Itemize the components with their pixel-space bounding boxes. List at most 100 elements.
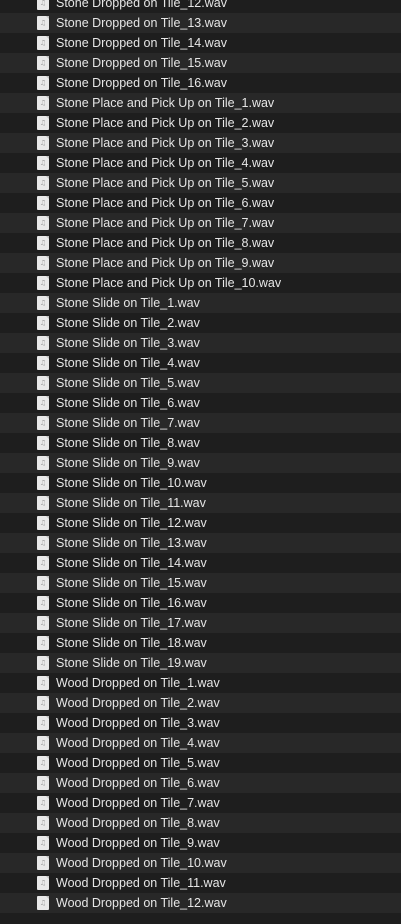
file-row[interactable]: ♫ Stone Place and Pick Up on Tile_3.wav xyxy=(0,133,401,153)
audio-file-icon: ♫ xyxy=(37,576,49,590)
file-row[interactable]: ♫ Stone Dropped on Tile_16.wav xyxy=(0,73,401,93)
file-row[interactable]: ♫ Stone Slide on Tile_10.wav xyxy=(0,473,401,493)
file-row[interactable]: ♫ Stone Slide on Tile_7.wav xyxy=(0,413,401,433)
file-name: Wood Dropped on Tile_3.wav xyxy=(56,716,220,730)
audio-file-icon: ♫ xyxy=(37,476,49,490)
file-row[interactable]: ♫ Wood Dropped on Tile_8.wav xyxy=(0,813,401,833)
file-row[interactable]: ♫ Stone Dropped on Tile_12.wav xyxy=(0,0,401,13)
file-row[interactable]: ♫ Stone Slide on Tile_18.wav xyxy=(0,633,401,653)
audio-file-icon: ♫ xyxy=(37,436,49,450)
file-row[interactable]: ♫ Stone Slide on Tile_14.wav xyxy=(0,553,401,573)
audio-file-icon: ♫ xyxy=(37,396,49,410)
music-note-icon: ♫ xyxy=(39,598,47,607)
file-name: Stone Slide on Tile_1.wav xyxy=(56,296,200,310)
file-row[interactable]: ♫ Stone Dropped on Tile_13.wav xyxy=(0,13,401,33)
file-row[interactable]: ♫ Stone Slide on Tile_4.wav xyxy=(0,353,401,373)
file-row[interactable]: ♫ Stone Slide on Tile_17.wav xyxy=(0,613,401,633)
music-note-icon: ♫ xyxy=(39,138,47,147)
file-row[interactable]: ♫ Stone Slide on Tile_2.wav xyxy=(0,313,401,333)
file-row[interactable]: ♫ Stone Slide on Tile_15.wav xyxy=(0,573,401,593)
audio-file-icon: ♫ xyxy=(37,216,49,230)
file-name: Stone Place and Pick Up on Tile_2.wav xyxy=(56,116,275,130)
file-name: Stone Slide on Tile_16.wav xyxy=(56,596,207,610)
audio-file-icon: ♫ xyxy=(37,896,49,910)
file-name: Wood Dropped on Tile_8.wav xyxy=(56,816,220,830)
music-note-icon: ♫ xyxy=(39,778,47,787)
audio-file-icon: ♫ xyxy=(37,776,49,790)
file-row[interactable]: ♫ Wood Dropped on Tile_10.wav xyxy=(0,853,401,873)
file-name: Stone Slide on Tile_18.wav xyxy=(56,636,207,650)
file-name: Stone Slide on Tile_15.wav xyxy=(56,576,207,590)
music-note-icon: ♫ xyxy=(39,158,47,167)
audio-file-icon: ♫ xyxy=(37,456,49,470)
file-row[interactable]: ♫ Wood Dropped on Tile_12.wav xyxy=(0,893,401,913)
file-row[interactable]: ♫ Stone Slide on Tile_8.wav xyxy=(0,433,401,453)
audio-file-icon: ♫ xyxy=(37,736,49,750)
file-row[interactable]: ♫ Wood Dropped on Tile_7.wav xyxy=(0,793,401,813)
music-note-icon: ♫ xyxy=(39,458,47,467)
music-note-icon: ♫ xyxy=(39,38,47,47)
file-row[interactable]: ♫ Stone Place and Pick Up on Tile_6.wav xyxy=(0,193,401,213)
file-row[interactable]: ♫ Wood Dropped on Tile_3.wav xyxy=(0,713,401,733)
file-row[interactable]: ♫ Stone Slide on Tile_3.wav xyxy=(0,333,401,353)
file-row[interactable]: ♫ Stone Slide on Tile_13.wav xyxy=(0,533,401,553)
audio-file-icon: ♫ xyxy=(37,76,49,90)
file-name: Stone Dropped on Tile_14.wav xyxy=(56,36,227,50)
file-row[interactable]: ♫ Stone Place and Pick Up on Tile_9.wav xyxy=(0,253,401,273)
file-row[interactable]: ♫ Stone Slide on Tile_19.wav xyxy=(0,653,401,673)
file-name: Stone Slide on Tile_2.wav xyxy=(56,316,200,330)
file-row[interactable]: ♫ Stone Place and Pick Up on Tile_4.wav xyxy=(0,153,401,173)
file-row[interactable]: ♫ Stone Place and Pick Up on Tile_2.wav xyxy=(0,113,401,133)
music-note-icon: ♫ xyxy=(39,178,47,187)
file-row[interactable]: ♫ Wood Dropped on Tile_11.wav xyxy=(0,873,401,893)
music-note-icon: ♫ xyxy=(39,878,47,887)
file-row[interactable]: ♫ Stone Place and Pick Up on Tile_8.wav xyxy=(0,233,401,253)
music-note-icon: ♫ xyxy=(39,698,47,707)
file-row[interactable]: ♫ Wood Dropped on Tile_4.wav xyxy=(0,733,401,753)
file-row[interactable]: ♫ Wood Dropped on Tile_9.wav xyxy=(0,833,401,853)
file-row[interactable]: ♫ Stone Dropped on Tile_15.wav xyxy=(0,53,401,73)
file-row[interactable]: ♫ Stone Slide on Tile_11.wav xyxy=(0,493,401,513)
file-row[interactable]: ♫ Stone Place and Pick Up on Tile_10.wav xyxy=(0,273,401,293)
file-row[interactable]: ♫ Stone Slide on Tile_5.wav xyxy=(0,373,401,393)
audio-file-icon: ♫ xyxy=(37,196,49,210)
file-row[interactable]: ♫ Stone Dropped on Tile_14.wav xyxy=(0,33,401,53)
music-note-icon: ♫ xyxy=(39,318,47,327)
file-row[interactable]: ♫ Stone Slide on Tile_12.wav xyxy=(0,513,401,533)
file-list: ♫ Stone Dropped on Tile_12.wav ♫ Stone Drop… xyxy=(0,0,401,913)
audio-file-icon: ♫ xyxy=(37,96,49,110)
music-note-icon: ♫ xyxy=(39,718,47,727)
audio-file-icon: ♫ xyxy=(37,836,49,850)
music-note-icon: ♫ xyxy=(39,498,47,507)
file-row[interactable]: ♫ Wood Dropped on Tile_5.wav xyxy=(0,753,401,773)
file-row[interactable]: ♫ Stone Slide on Tile_1.wav xyxy=(0,293,401,313)
file-name: Stone Slide on Tile_17.wav xyxy=(56,616,207,630)
file-row[interactable]: ♫ Stone Place and Pick Up on Tile_5.wav xyxy=(0,173,401,193)
file-name: Stone Place and Pick Up on Tile_7.wav xyxy=(56,216,275,230)
file-row[interactable]: ♫ Wood Dropped on Tile_2.wav xyxy=(0,693,401,713)
music-note-icon: ♫ xyxy=(39,658,47,667)
file-row[interactable]: ♫ Stone Place and Pick Up on Tile_7.wav xyxy=(0,213,401,233)
file-name: Stone Slide on Tile_13.wav xyxy=(56,536,207,550)
music-note-icon: ♫ xyxy=(39,738,47,747)
music-note-icon: ♫ xyxy=(39,538,47,547)
file-row[interactable]: ♫ Stone Place and Pick Up on Tile_1.wav xyxy=(0,93,401,113)
music-note-icon: ♫ xyxy=(39,578,47,587)
audio-file-icon: ♫ xyxy=(37,116,49,130)
audio-file-icon: ♫ xyxy=(37,296,49,310)
file-name: Wood Dropped on Tile_1.wav xyxy=(56,676,220,690)
music-note-icon: ♫ xyxy=(39,298,47,307)
music-note-icon: ♫ xyxy=(39,78,47,87)
file-row[interactable]: ♫ Stone Slide on Tile_16.wav xyxy=(0,593,401,613)
file-name: Wood Dropped on Tile_11.wav xyxy=(56,876,226,890)
music-note-icon: ♫ xyxy=(39,358,47,367)
music-note-icon: ♫ xyxy=(39,378,47,387)
file-row[interactable]: ♫ Wood Dropped on Tile_1.wav xyxy=(0,673,401,693)
file-name: Stone Slide on Tile_14.wav xyxy=(56,556,207,570)
file-name: Wood Dropped on Tile_2.wav xyxy=(56,696,220,710)
file-row[interactable]: ♫ Wood Dropped on Tile_6.wav xyxy=(0,773,401,793)
audio-file-icon: ♫ xyxy=(37,376,49,390)
file-row[interactable]: ♫ Stone Slide on Tile_6.wav xyxy=(0,393,401,413)
audio-file-icon: ♫ xyxy=(37,496,49,510)
file-row[interactable]: ♫ Stone Slide on Tile_9.wav xyxy=(0,453,401,473)
